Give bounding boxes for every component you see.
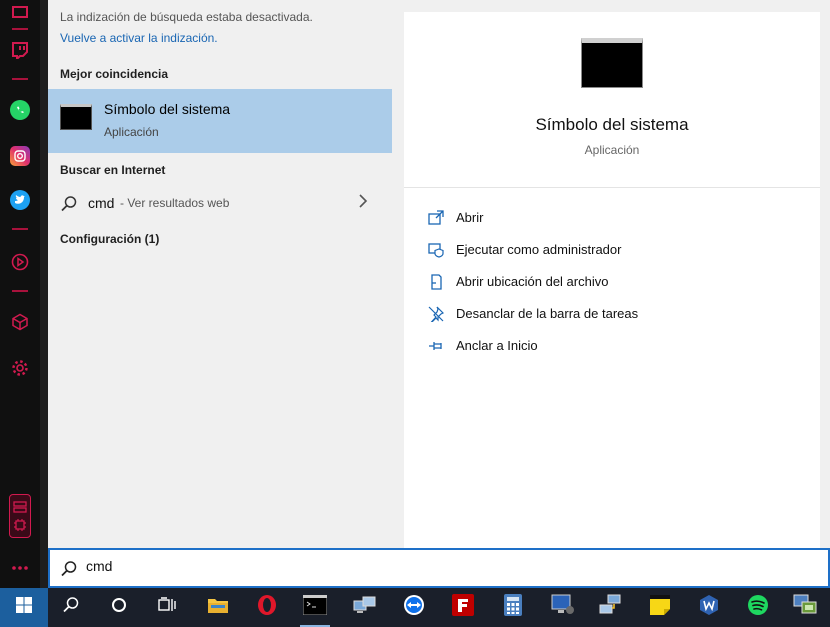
taskbar-spotify[interactable] bbox=[735, 588, 781, 627]
command-prompt-icon bbox=[60, 104, 92, 130]
sidebar-separator bbox=[12, 78, 28, 80]
web-search-suffix: - Ver resultados web bbox=[120, 196, 230, 210]
shield-icon bbox=[428, 242, 444, 258]
taskbar-sticky-notes[interactable] bbox=[637, 588, 683, 627]
action-unpin-taskbar[interactable]: Desanclar de la barra de tareas bbox=[428, 302, 808, 326]
network-connection-icon bbox=[599, 594, 623, 621]
preview-subtitle: Aplicación bbox=[584, 143, 640, 157]
cortana-circle-icon bbox=[111, 597, 127, 618]
unpin-icon bbox=[428, 306, 445, 324]
indexing-notice: La indización de búsqueda estaba desacti… bbox=[60, 10, 313, 24]
action-unpin-taskbar-label: Desanclar de la barra de tareas bbox=[456, 306, 639, 321]
start-button[interactable] bbox=[0, 588, 48, 627]
taskbar-command-prompt[interactable] bbox=[292, 588, 338, 627]
sidebar-separator bbox=[12, 28, 28, 30]
spotify-icon bbox=[747, 594, 769, 621]
best-match-subtitle: Aplicación bbox=[104, 125, 159, 139]
sticky-note-icon bbox=[649, 594, 671, 621]
search-icon bbox=[62, 596, 80, 619]
gear-icon[interactable] bbox=[8, 356, 32, 380]
best-match-result[interactable]: Símbolo del sistema Aplicación bbox=[48, 89, 392, 153]
whatsapp-icon[interactable] bbox=[8, 98, 32, 122]
windows-logo-icon bbox=[16, 597, 32, 618]
action-open-label: Abrir bbox=[456, 210, 484, 225]
cortana-button[interactable] bbox=[96, 588, 142, 627]
search-results-pane: La indización de búsqueda estaba desacti… bbox=[48, 0, 400, 548]
reactivate-indexing-link[interactable]: Vuelve a activar la indización. bbox=[60, 31, 218, 45]
web-search-result[interactable]: cmd - Ver resultados web bbox=[48, 187, 392, 221]
preview-divider bbox=[404, 187, 820, 188]
web-search-header: Buscar en Internet bbox=[60, 163, 166, 177]
taskbar-network-tool[interactable] bbox=[588, 588, 634, 627]
action-open-file-location-label: Abrir ubicación del archivo bbox=[456, 274, 609, 289]
taskbar-remote-desktop[interactable] bbox=[540, 588, 586, 627]
cube-icon[interactable] bbox=[8, 310, 32, 334]
action-open[interactable]: Abrir bbox=[428, 206, 808, 230]
play-icon[interactable] bbox=[8, 250, 32, 274]
calculator-icon bbox=[504, 594, 522, 621]
task-view-button[interactable] bbox=[144, 588, 190, 627]
best-match-header: Mejor coincidencia bbox=[60, 67, 169, 81]
taskbar-virtual-machine[interactable] bbox=[782, 588, 828, 627]
search-icon bbox=[60, 195, 78, 218]
best-match-title: Símbolo del sistema bbox=[104, 101, 231, 117]
file-location-icon bbox=[428, 274, 444, 290]
remote-desktop-icon bbox=[551, 594, 575, 621]
action-pin-to-start[interactable]: Anclar a Inicio bbox=[428, 334, 808, 358]
twitter-icon[interactable] bbox=[8, 188, 32, 212]
background-app-sidebar bbox=[0, 0, 40, 588]
taskbar-search-button[interactable] bbox=[48, 588, 94, 627]
twitch-icon[interactable] bbox=[8, 38, 32, 62]
sidebar-app-icon[interactable] bbox=[8, 0, 32, 24]
search-input[interactable] bbox=[86, 558, 686, 574]
opera-icon bbox=[256, 594, 278, 621]
action-open-file-location[interactable]: Abrir ubicación del archivo bbox=[428, 270, 808, 294]
taskbar-teamviewer[interactable] bbox=[391, 588, 437, 627]
taskbar-file-explorer[interactable] bbox=[195, 588, 241, 627]
command-prompt-icon bbox=[302, 594, 328, 620]
word-app-icon bbox=[698, 594, 720, 621]
web-search-term: cmd bbox=[88, 195, 115, 211]
pin-icon bbox=[428, 338, 444, 354]
folder-icon bbox=[207, 596, 229, 619]
settings-header[interactable]: Configuración (1) bbox=[60, 232, 159, 246]
taskbar-calculator[interactable] bbox=[490, 588, 536, 627]
open-icon bbox=[428, 210, 444, 226]
teamviewer-icon bbox=[403, 594, 425, 621]
chevron-right-icon[interactable] bbox=[358, 193, 368, 214]
search-box[interactable] bbox=[48, 548, 830, 588]
taskbar-network-app[interactable] bbox=[342, 588, 388, 627]
more-options-icon[interactable] bbox=[8, 556, 32, 580]
taskbar-word-app[interactable] bbox=[686, 588, 732, 627]
search-icon bbox=[60, 560, 78, 583]
hardware-status-icon[interactable] bbox=[8, 494, 32, 538]
network-computers-icon bbox=[353, 595, 377, 620]
taskbar-opera[interactable] bbox=[244, 588, 290, 627]
virtual-machine-icon bbox=[793, 594, 817, 621]
taskbar bbox=[0, 588, 830, 627]
preview-pane: Símbolo del sistema Aplicación Abrir Eje… bbox=[404, 12, 820, 548]
action-pin-to-start-label: Anclar a Inicio bbox=[456, 338, 538, 353]
sidebar-separator bbox=[12, 290, 28, 292]
action-run-as-admin[interactable]: Ejecutar como administrador bbox=[428, 238, 808, 262]
sidebar-separator bbox=[12, 228, 28, 230]
start-search-panel: La indización de búsqueda estaba desacti… bbox=[40, 0, 830, 588]
command-prompt-large-icon bbox=[581, 38, 643, 88]
instagram-icon[interactable] bbox=[8, 144, 32, 168]
action-run-as-admin-label: Ejecutar como administrador bbox=[456, 242, 622, 257]
preview-title: Símbolo del sistema bbox=[535, 115, 689, 134]
task-view-icon bbox=[158, 597, 176, 618]
filezilla-icon bbox=[452, 594, 474, 621]
taskbar-filezilla[interactable] bbox=[440, 588, 486, 627]
